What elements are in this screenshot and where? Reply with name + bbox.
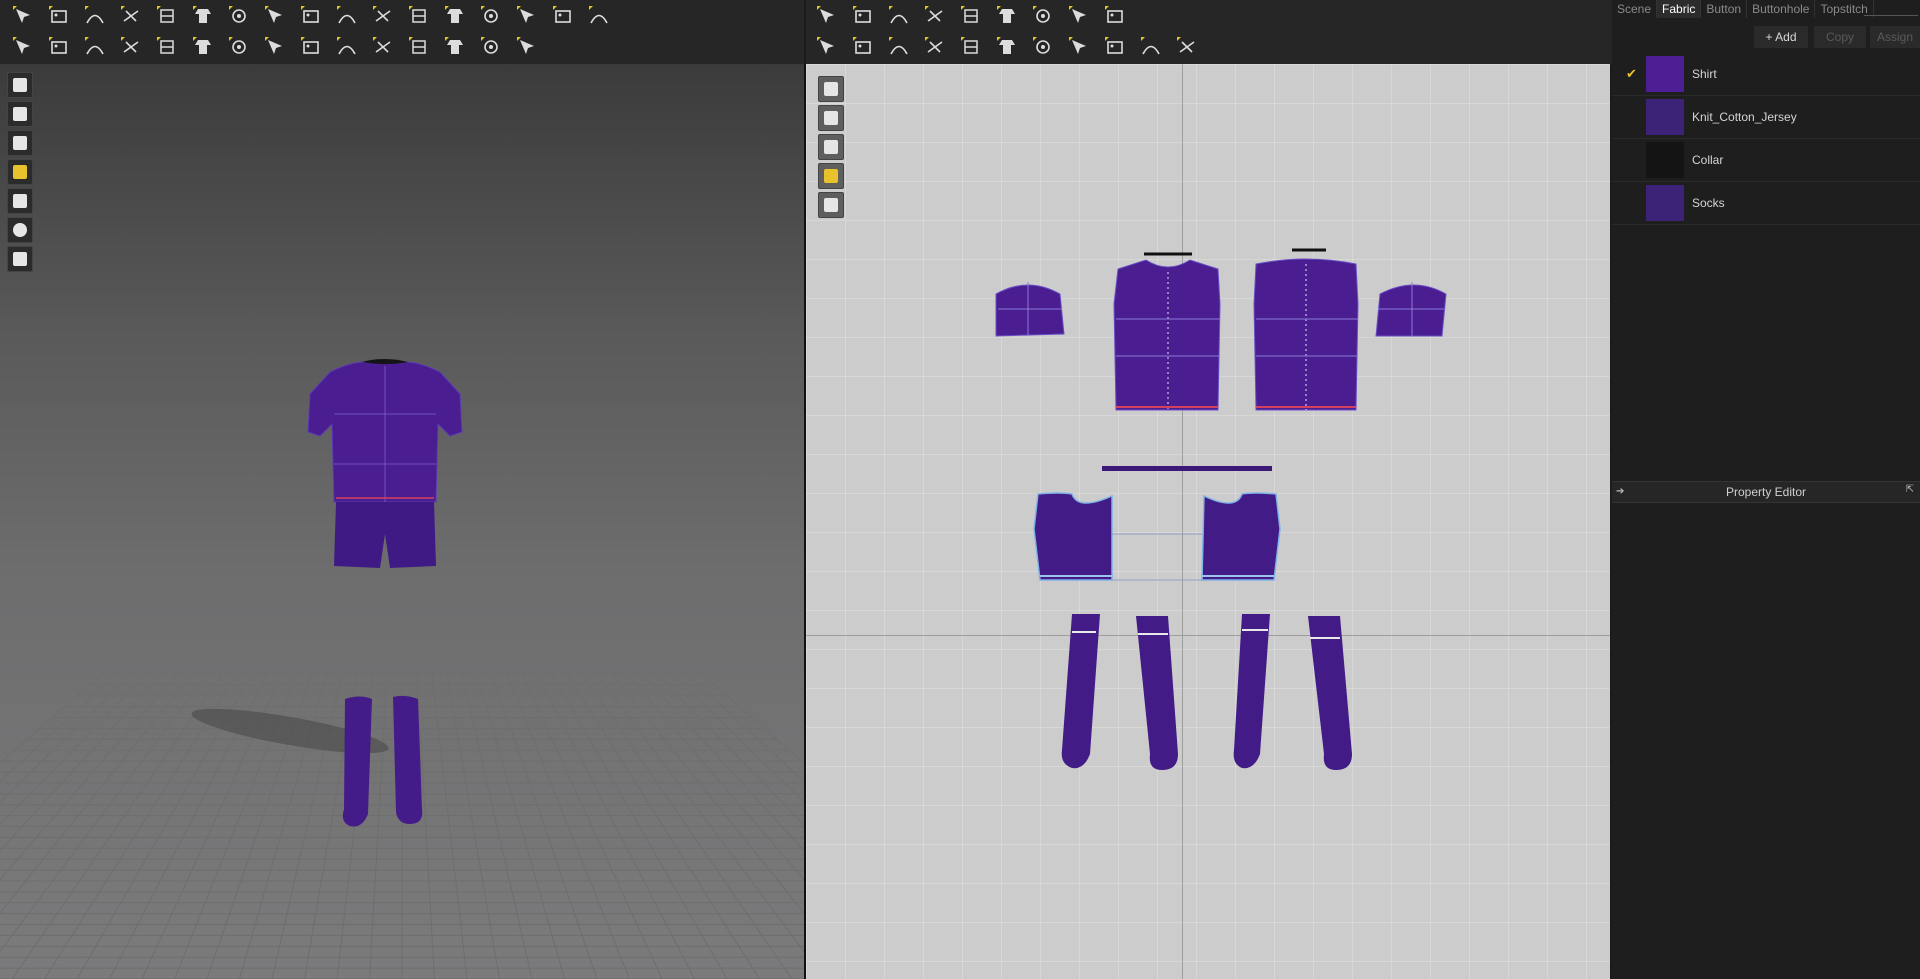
lock-icon[interactable]: [370, 34, 396, 60]
spool-icon[interactable]: [514, 3, 540, 29]
add-fabric-button[interactable]: + Add: [1754, 26, 1808, 48]
button-icon[interactable]: [298, 34, 324, 60]
garment-3d-model[interactable]: [290, 354, 480, 834]
walk-icon[interactable]: [10, 34, 36, 60]
toolbar-3d-row-2: [10, 34, 550, 60]
symmetry-icon[interactable]: [1102, 34, 1128, 60]
dock-arrow-icon[interactable]: ➔: [1616, 482, 1624, 502]
rectangle-icon[interactable]: [958, 3, 984, 29]
line-icon[interactable]: [1138, 34, 1164, 60]
curve-icon[interactable]: [190, 3, 216, 29]
grid-icon[interactable]: [1066, 3, 1092, 29]
transform-pattern-icon[interactable]: [82, 3, 108, 29]
curve-sew-icon[interactable]: [886, 34, 912, 60]
measure-icon[interactable]: [118, 34, 144, 60]
stack-icon[interactable]: [478, 3, 504, 29]
shorts-left-piece: [1033, 492, 1113, 581]
assign-fabric-button[interactable]: Assign: [1870, 26, 1920, 48]
toolbar-2d-row-1: [814, 3, 1138, 29]
fold-icon[interactable]: [298, 3, 324, 29]
edit-shape-icon[interactable]: [886, 3, 912, 29]
shirt-icon[interactable]: [406, 3, 432, 29]
fabric-name: Shirt: [1692, 67, 1717, 81]
select-icon[interactable]: [814, 3, 840, 29]
free-sew-icon[interactable]: [850, 34, 876, 60]
shorts-3d: [334, 502, 436, 568]
polygon-icon[interactable]: [922, 3, 948, 29]
strap-icon[interactable]: [334, 3, 360, 29]
fabric-name: Knit_Cotton_Jersey: [1692, 110, 1797, 124]
tab-fabric[interactable]: Fabric: [1657, 0, 1702, 18]
tack-icon[interactable]: [922, 34, 948, 60]
seam-icon[interactable]: [190, 34, 216, 60]
edge-icon[interactable]: [442, 34, 468, 60]
sock-piece-4: [1308, 616, 1352, 770]
pattern-icon[interactable]: [262, 34, 288, 60]
mesh-icon[interactable]: [1102, 3, 1128, 29]
garment-fit-icon[interactable]: [370, 3, 396, 29]
sock-piece-1: [1061, 614, 1100, 769]
fabric-swatch[interactable]: [1646, 99, 1684, 135]
tape-icon[interactable]: [154, 34, 180, 60]
flat-edge-icon[interactable]: [478, 34, 504, 60]
sock-piece-3: [1233, 614, 1270, 769]
fabric-item[interactable]: ✔ Shirt: [1612, 53, 1920, 96]
fabric-name: Socks: [1692, 196, 1725, 210]
toolbar-3d-row-1: [10, 3, 622, 29]
points-icon[interactable]: [850, 3, 876, 29]
fabric-name: Collar: [1692, 153, 1724, 167]
steam-icon[interactable]: [82, 34, 108, 60]
stitch-icon[interactable]: [226, 34, 252, 60]
copy-fabric-button[interactable]: Copy: [1814, 26, 1866, 48]
select-move-icon[interactable]: [46, 3, 72, 29]
fold-icon[interactable]: [1030, 34, 1056, 60]
segment-icon[interactable]: [154, 3, 180, 29]
pin-icon[interactable]: [226, 3, 252, 29]
viewport-2d[interactable]: [806, 64, 1610, 979]
fabric-item[interactable]: Socks: [1612, 182, 1920, 225]
brush-icon[interactable]: [46, 34, 72, 60]
tab-scene[interactable]: Scene: [1612, 0, 1658, 18]
sleeve-left-piece: [995, 284, 1065, 337]
fabric-swatch[interactable]: [1646, 185, 1684, 221]
undock-icon[interactable]: ⇱: [1906, 480, 1914, 500]
grid-icon[interactable]: [550, 3, 576, 29]
tab-buttonhole[interactable]: Buttonhole: [1747, 0, 1816, 18]
panel-tabs: Scene Fabric Button Buttonhole Topstitch: [1612, 0, 1874, 18]
arrow-move-icon[interactable]: [514, 34, 540, 60]
fabric-item[interactable]: Knit_Cotton_Jersey: [1612, 96, 1920, 139]
sock-left-3d: [342, 696, 372, 827]
segment-sew-icon[interactable]: [814, 34, 840, 60]
tab-button[interactable]: Button: [1701, 0, 1748, 18]
box-icon[interactable]: [442, 3, 468, 29]
viewport-3d[interactable]: [0, 64, 804, 979]
sleeve-right-piece: [1375, 284, 1447, 337]
collar-strip-piece: [1102, 466, 1272, 471]
fabric-panel: Scene Fabric Button Buttonhole Topstitch + A…: [1612, 0, 1920, 979]
edit-pattern-icon[interactable]: [118, 3, 144, 29]
property-editor-title: Property Editor: [1725, 485, 1807, 499]
pattern-pieces: [995, 248, 1447, 770]
property-editor-header: ➔ Property Editor ⇱: [1612, 481, 1920, 503]
fabric-item[interactable]: Collar: [1612, 139, 1920, 182]
button-round-icon[interactable]: [334, 34, 360, 60]
sock-right-3d: [393, 695, 423, 824]
hide-icon[interactable]: [994, 3, 1020, 29]
check-icon: ✔: [1626, 66, 1637, 81]
toolbar-2d-row-2: [814, 34, 1210, 60]
shirt-icon[interactable]: [994, 34, 1020, 60]
zipper-icon[interactable]: [406, 34, 432, 60]
fabric-swatch[interactable]: [1646, 142, 1684, 178]
layer-icon[interactable]: [1030, 3, 1056, 29]
pattern-icon[interactable]: [1066, 34, 1092, 60]
iron-icon[interactable]: [958, 34, 984, 60]
sock-piece-2: [1136, 616, 1178, 770]
shirt-front-piece: [1113, 259, 1221, 411]
fabric-swatch[interactable]: [1646, 56, 1684, 92]
avatar-load-icon[interactable]: [10, 3, 36, 29]
mesh-icon[interactable]: [586, 3, 612, 29]
shorts-right-piece: [1201, 492, 1281, 581]
tack-icon[interactable]: [262, 3, 288, 29]
dash-icon[interactable]: [1174, 34, 1200, 60]
